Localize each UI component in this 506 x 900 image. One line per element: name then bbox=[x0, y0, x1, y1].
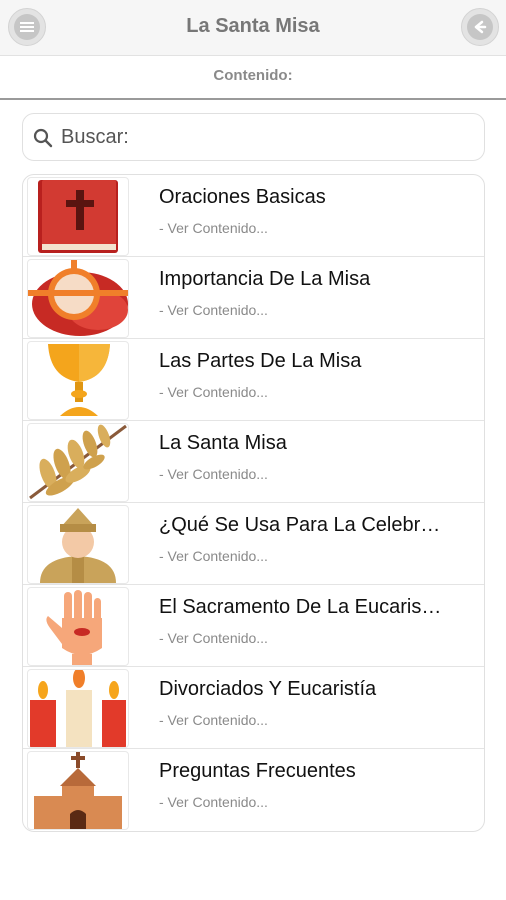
item-subtitle: - Ver Contenido... bbox=[159, 220, 268, 236]
item-subtitle: - Ver Contenido... bbox=[159, 630, 268, 646]
item-subtitle: - Ver Contenido... bbox=[159, 548, 268, 564]
item-title: El Sacramento De La Eucaris… bbox=[159, 596, 442, 618]
church-icon bbox=[27, 751, 129, 830]
item-title: ¿Qué Se Usa Para La Celebr… bbox=[159, 514, 441, 536]
list-item-oraciones[interactable]: Oraciones Basicas - Ver Contenido... bbox=[23, 175, 484, 257]
item-title: Importancia De La Misa bbox=[159, 268, 371, 290]
palm-branch-icon bbox=[27, 423, 129, 502]
content-subheader: Contenido: bbox=[0, 56, 506, 100]
app-header: La Santa Misa bbox=[0, 0, 506, 56]
item-subtitle: - Ver Contenido... bbox=[159, 794, 268, 810]
list-item-santa-misa[interactable]: La Santa Misa - Ver Contenido... bbox=[23, 421, 484, 503]
page-title: La Santa Misa bbox=[186, 15, 320, 37]
candles-icon bbox=[27, 669, 129, 748]
list-item-eucaristia[interactable]: El Sacramento De La Eucaris… - Ver Conte… bbox=[23, 585, 484, 667]
list-item-importancia[interactable]: Importancia De La Misa - Ver Contenido..… bbox=[23, 257, 484, 339]
search-icon bbox=[33, 128, 53, 148]
search-input[interactable] bbox=[61, 124, 461, 150]
item-subtitle: - Ver Contenido... bbox=[159, 712, 268, 728]
item-title: Oraciones Basicas bbox=[159, 186, 326, 208]
host-icon bbox=[27, 259, 129, 338]
item-subtitle: - Ver Contenido... bbox=[159, 466, 268, 482]
list-item-partes[interactable]: Las Partes De La Misa - Ver Contenido... bbox=[23, 339, 484, 421]
bishop-icon bbox=[27, 505, 129, 584]
item-title: La Santa Misa bbox=[159, 432, 287, 454]
bible-icon bbox=[27, 177, 129, 256]
list-item-celebracion[interactable]: ¿Qué Se Usa Para La Celebr… - Ver Conten… bbox=[23, 503, 484, 585]
list-item-preguntas[interactable]: Preguntas Frecuentes - Ver Contenido... bbox=[23, 749, 484, 831]
subheader-label: Contenido: bbox=[213, 67, 293, 84]
item-title: Las Partes De La Misa bbox=[159, 350, 362, 372]
back-button[interactable] bbox=[461, 8, 499, 46]
content-list: Oraciones Basicas - Ver Contenido... Imp… bbox=[22, 174, 485, 832]
item-title: Preguntas Frecuentes bbox=[159, 760, 356, 782]
item-title: Divorciados Y Eucaristía bbox=[159, 678, 377, 700]
list-item-divorciados[interactable]: Divorciados Y Eucaristía - Ver Contenido… bbox=[23, 667, 484, 749]
search-box[interactable] bbox=[22, 113, 485, 161]
stigmata-hand-icon bbox=[27, 587, 129, 666]
chalice-icon bbox=[27, 341, 129, 420]
item-subtitle: - Ver Contenido... bbox=[159, 384, 268, 400]
item-subtitle: - Ver Contenido... bbox=[159, 302, 268, 318]
back-icon bbox=[467, 14, 493, 40]
